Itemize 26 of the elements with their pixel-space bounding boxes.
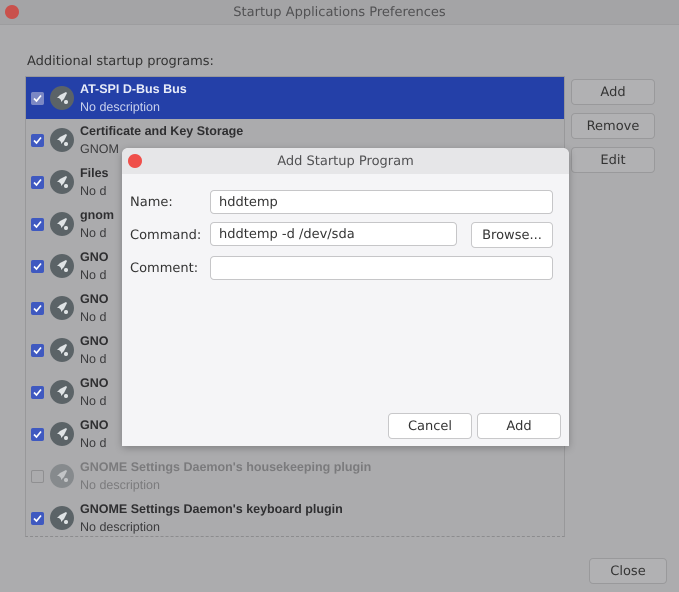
program-name: AT-SPI D-Bus Bus — [80, 81, 187, 98]
program-description: No d — [80, 267, 108, 284]
program-name: Certificate and Key Storage — [80, 123, 244, 140]
program-description: No d — [80, 225, 108, 242]
program-description: GNOM — [80, 141, 120, 158]
field-label: Comment: — [130, 260, 200, 276]
program-name: GNOME Settings Daemon's keyboard plugin — [80, 501, 343, 518]
program-name: GNO — [80, 375, 108, 392]
program-name: GNO — [80, 333, 108, 350]
program-name: Files — [80, 165, 108, 182]
program-description: No d — [80, 183, 108, 200]
program-description: No description — [80, 519, 161, 536]
field-label: Name: — [130, 194, 174, 210]
program-description: No d — [80, 393, 108, 410]
program-name: GNO — [80, 417, 108, 434]
dialog-title: Add Startup Program — [277, 154, 414, 168]
program-name: GNO — [80, 249, 108, 266]
program-name: gnom — [80, 207, 114, 224]
program-description: No d — [80, 435, 108, 452]
program-description: No description — [80, 99, 161, 116]
window-title: Startup Applications Preferences — [233, 4, 446, 20]
program-name: GNO — [80, 291, 108, 308]
field-label: Command: — [130, 228, 202, 242]
list-label: Additional startup programs: — [27, 54, 215, 70]
program-description: No d — [80, 309, 108, 326]
program-description: No d — [80, 351, 108, 368]
